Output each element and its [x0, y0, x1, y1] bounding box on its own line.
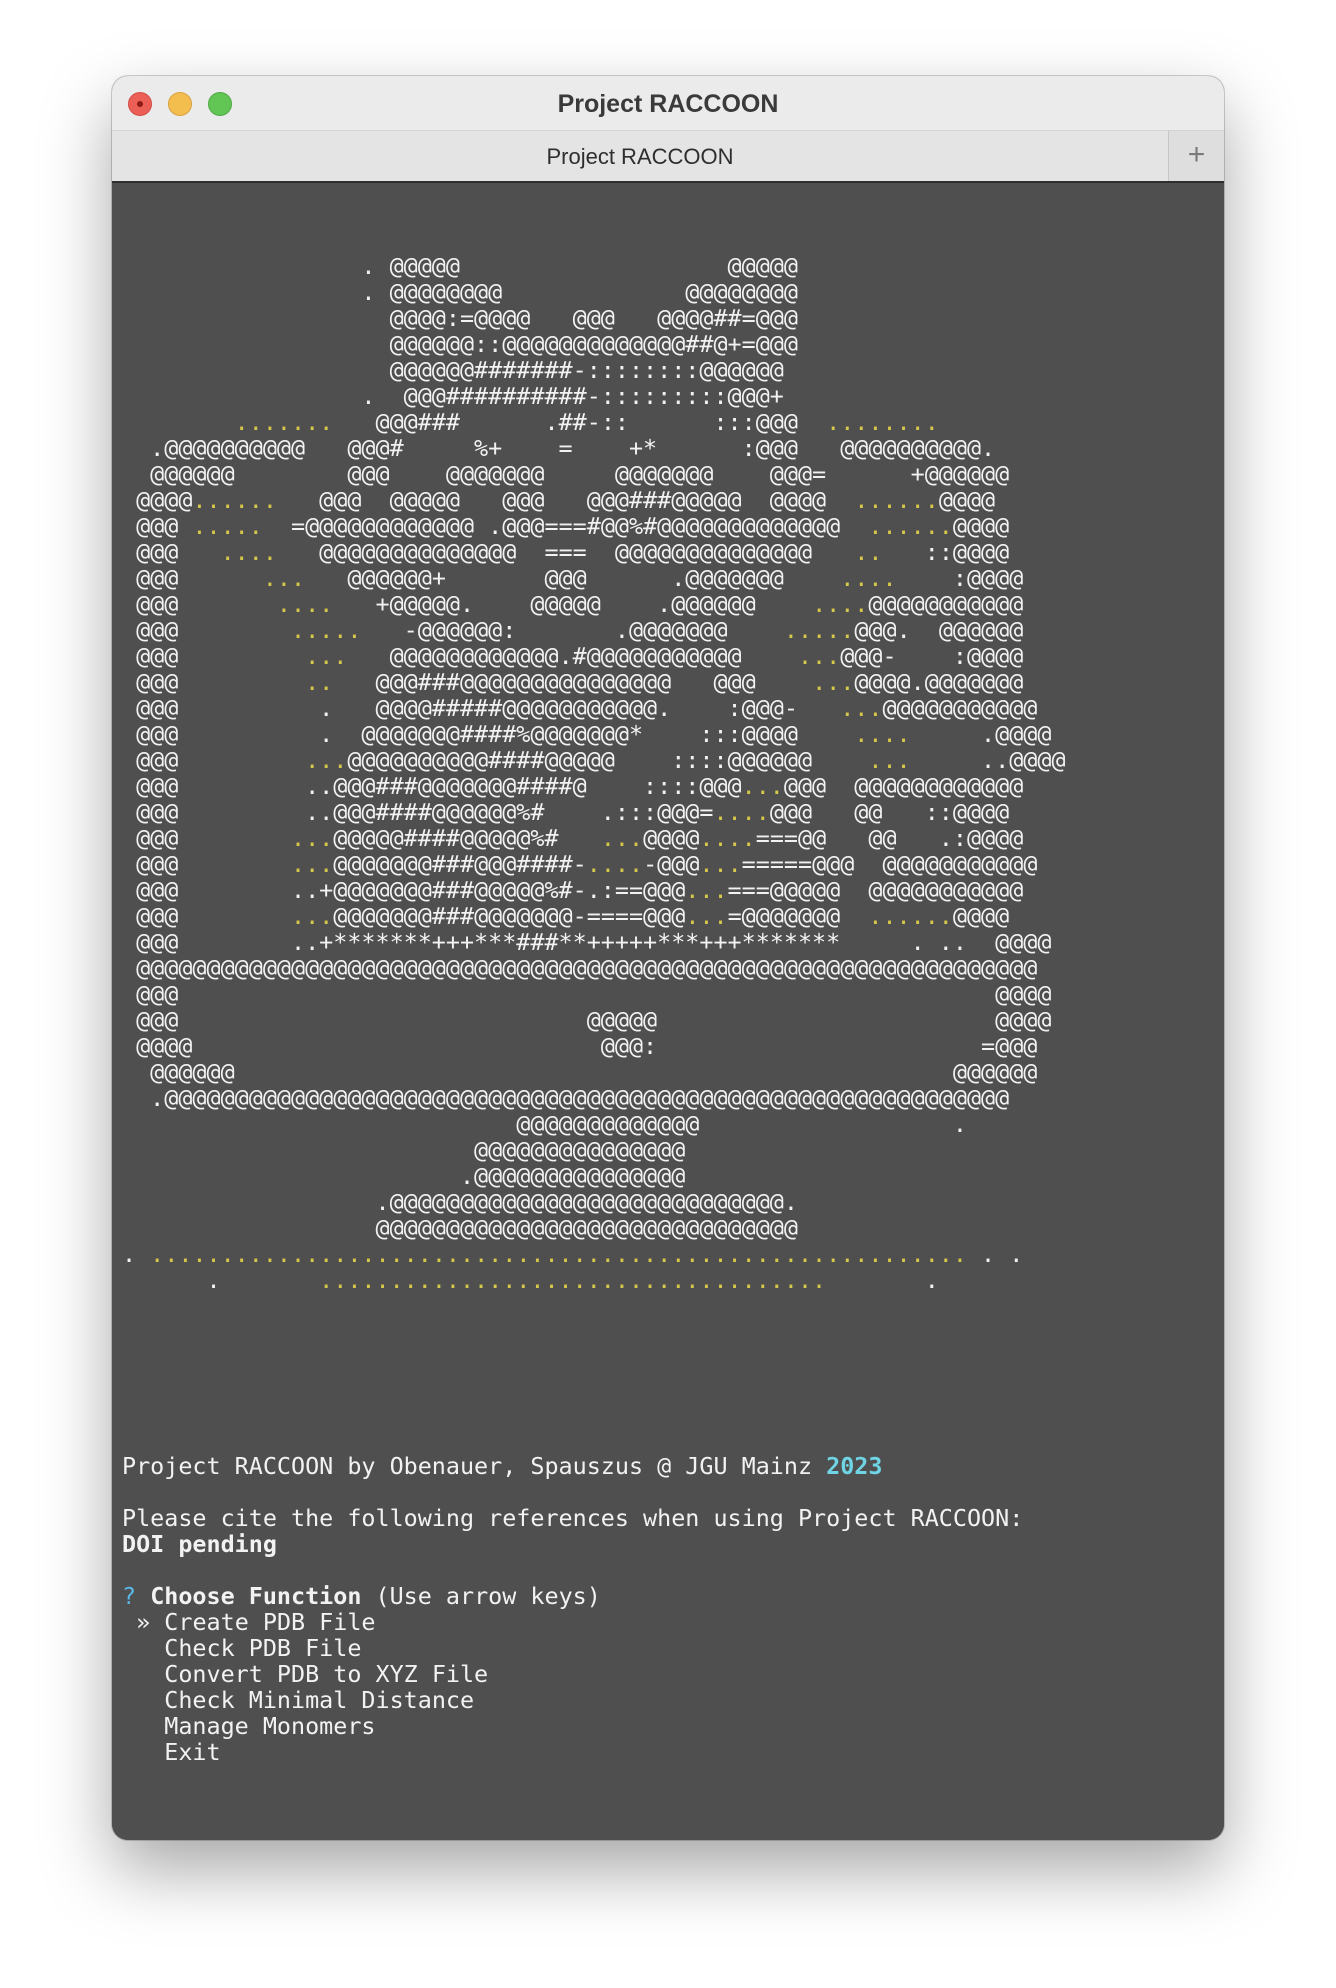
- menu-item-manage-monomers[interactable]: Manage Monomers: [122, 1712, 376, 1740]
- menu-item-label: Create PDB File: [164, 1608, 376, 1636]
- terminal-window: Project RACCOON Project RACCOON + . @@@@…: [112, 76, 1224, 1840]
- menu-item-label: Manage Monomers: [164, 1712, 376, 1740]
- credit-year: 2023: [826, 1452, 883, 1480]
- credit-text: Project RACCOON by Obenauer, Spauszus @ …: [122, 1452, 827, 1480]
- credit-line: Project RACCOON by Obenauer, Spauszus @ …: [122, 1453, 882, 1479]
- prompt-label: Choose Function: [150, 1582, 362, 1610]
- prompt-line: ? Choose Function (Use arrow keys): [122, 1583, 601, 1609]
- menu-item-label: Convert PDB to XYZ File: [164, 1660, 489, 1688]
- tab-bar: Project RACCOON +: [112, 131, 1224, 183]
- menu-item-create-pdb[interactable]: » Create PDB File: [122, 1608, 376, 1636]
- window-title: Project RACCOON: [557, 90, 779, 118]
- menu-item-check-pdb[interactable]: Check PDB File: [122, 1635, 361, 1661]
- menu-item-check-minimal-distance[interactable]: Check Minimal Distance: [122, 1687, 474, 1713]
- doi-line: DOI pending: [122, 1530, 277, 1558]
- menu-item-convert-pdb-xyz[interactable]: Convert PDB to XYZ File: [122, 1661, 488, 1687]
- question-mark-icon: ?: [122, 1582, 137, 1610]
- raccoon-ascii-logo: . @@@@@ @@@@@ . @@@@@@@@ @@@@@@@@ @@@@:=…: [122, 252, 1066, 1294]
- prompt-hint: (Use arrow keys): [361, 1582, 601, 1610]
- tab-project-raccoon[interactable]: Project RACCOON: [112, 144, 1168, 170]
- menu-item-exit[interactable]: Exit: [122, 1738, 221, 1766]
- terminal-body[interactable]: . @@@@@ @@@@@ . @@@@@@@@ @@@@@@@@ @@@@:=…: [112, 183, 1224, 1840]
- title-bar[interactable]: Project RACCOON: [112, 76, 1224, 131]
- new-tab-button[interactable]: +: [1168, 131, 1224, 181]
- menu-item-label: Exit: [164, 1738, 221, 1766]
- cite-line: Please cite the following references whe…: [122, 1504, 1024, 1532]
- menu-item-label: Check PDB File: [164, 1634, 362, 1662]
- selection-arrow-icon: »: [136, 1608, 151, 1636]
- menu-item-label: Check Minimal Distance: [164, 1686, 475, 1714]
